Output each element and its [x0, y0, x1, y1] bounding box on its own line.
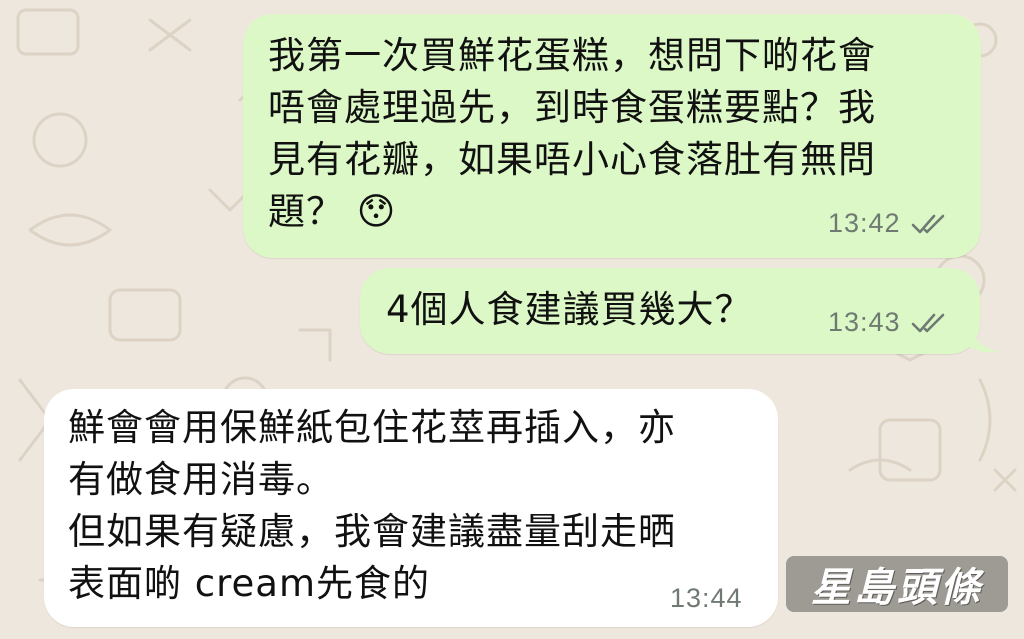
chat-window: 我第一次買鮮花蛋糕，想問下啲花會 唔會處理過先，到時食蛋糕要點？我 見有花瓣，如… [0, 0, 1024, 639]
message-time: 13:42 [828, 208, 901, 238]
double-tick-icon [911, 214, 944, 233]
message-meta: 13:44 [670, 583, 743, 614]
message-meta: 13:43 [828, 307, 947, 338]
message-text: 我第一次買鮮花蛋糕，想問下啲花會 唔會處理過先，到時食蛋糕要點？我 見有花瓣，如… [268, 34, 876, 233]
watermark-logo: 星島頭條 [786, 556, 1008, 612]
bubble-tail [968, 326, 1000, 353]
message-time: 13:44 [670, 583, 743, 613]
message-time: 13:43 [828, 307, 901, 337]
message-text: 4個人食建議買幾大？ [386, 288, 753, 331]
message-meta: 13:42 [828, 208, 947, 239]
message-text: 鮮會會用保鮮紙包住花莖再插入，亦 有做食用消毒。 但如果有疑慮，我會建議盡量刮走… [68, 406, 676, 605]
double-tick-icon [911, 313, 944, 332]
